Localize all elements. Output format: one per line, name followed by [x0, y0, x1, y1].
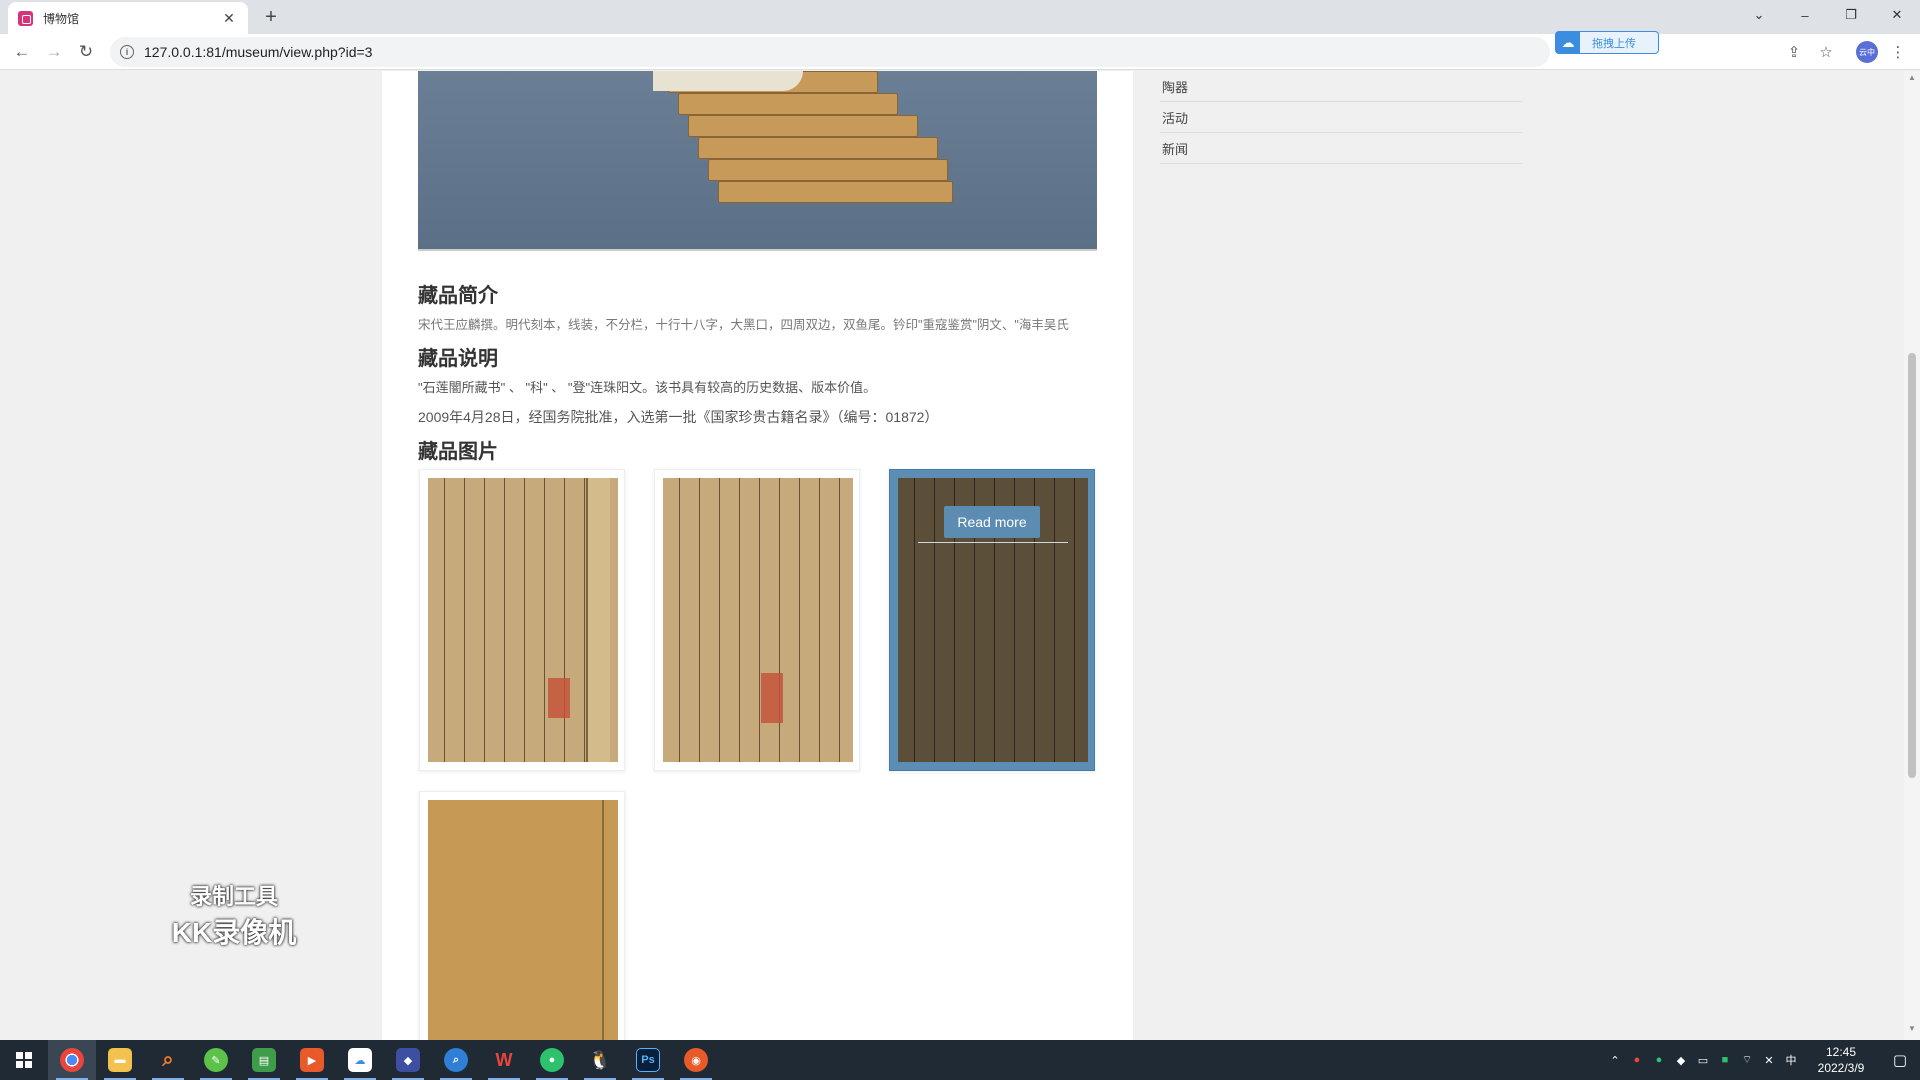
cloud-icon: ☁ — [1556, 32, 1580, 53]
network-icon[interactable]: ⌔ — [1736, 1040, 1758, 1080]
wechat-icon: ● — [540, 1048, 564, 1072]
upload-button[interactable]: ☁ 拖拽上传 — [1555, 31, 1659, 54]
recorder-icon: ◉ — [684, 1048, 708, 1072]
penguin-icon: 🐧 — [588, 1049, 612, 1070]
scroll-thumb[interactable] — [1908, 353, 1916, 778]
upload-label: 拖拽上传 — [1592, 37, 1636, 50]
system-tray: ⌃ ● ● ◆ ▭ ■ ⌔ ✕ 中 12:45 2022/3/9 ▢ — [1604, 1040, 1920, 1080]
recorder-watermark: 录制工具 KK录像机 — [160, 879, 308, 951]
intro-text: 宋代王应麟撰。明代刻本，线装，不分栏，十行十八字，大黑口，四周双边，双鱼尾。钤印… — [418, 318, 1069, 332]
gallery-thumbnail[interactable] — [419, 791, 625, 1040]
share-icon[interactable]: ⇪ — [1782, 40, 1806, 64]
recorder-taskbar-button[interactable]: ◉ — [672, 1040, 720, 1080]
tab-title: 博物馆 — [43, 11, 80, 26]
qq-taskbar-button[interactable]: 🐧 — [576, 1040, 624, 1080]
wechat-tray-icon[interactable]: ● — [1648, 1040, 1670, 1080]
search-tool-icon: ⌕ — [444, 1048, 468, 1072]
file-explorer-taskbar-button[interactable]: ▬ — [96, 1040, 144, 1080]
bookmark-star-icon[interactable]: ☆ — [1814, 40, 1838, 64]
windows-taskbar: ▬ ⌕ ✎ ▤ ▶ ☁ ◆ ⌕ W ● 🐧 Ps ◉ ⌃ ● ● ◆ ▭ ■ ⌔ — [0, 1040, 1920, 1080]
security-tray-icon[interactable]: ● — [1626, 1040, 1648, 1080]
wps-taskbar-button[interactable]: W — [480, 1040, 528, 1080]
qq-tray-icon[interactable]: ◆ — [1670, 1040, 1692, 1080]
ime-indicator[interactable]: 中 — [1780, 1040, 1802, 1080]
new-tab-button[interactable]: + — [258, 4, 284, 30]
tray-overflow-icon[interactable]: ⌃ — [1604, 1040, 1626, 1080]
ide-icon: ◆ — [396, 1048, 420, 1072]
search-tool-taskbar-button[interactable]: ⌕ — [432, 1040, 480, 1080]
restore-button[interactable]: ❐ — [1828, 0, 1874, 30]
close-window-button[interactable]: ✕ — [1874, 0, 1920, 30]
menu-kebab-icon[interactable]: ⋮ — [1886, 40, 1910, 64]
url-text: 127.0.0.1:81/museum/view.php?id=3 — [144, 44, 373, 60]
scroll-up-icon[interactable]: ▲ — [1904, 73, 1920, 87]
media-player-taskbar-button[interactable]: ▶ — [288, 1040, 336, 1080]
wps-icon: W — [495, 1049, 513, 1070]
clock-date: 2022/3/9 — [1817, 1061, 1865, 1075]
browser-tab[interactable]: 博物馆 ✕ — [8, 2, 248, 34]
photoshop-icon: Ps — [636, 1048, 660, 1072]
intro-title: 藏品简介 — [418, 285, 498, 307]
reload-button[interactable]: ↻ — [74, 40, 98, 64]
site-favicon-icon — [18, 10, 33, 26]
forward-button[interactable]: → — [42, 40, 66, 64]
chrome-taskbar-button[interactable] — [48, 1040, 96, 1080]
play-icon: ▶ — [300, 1048, 324, 1072]
cloud-drive-taskbar-button[interactable]: ☁ — [336, 1040, 384, 1080]
gallery-thumbnail-hovered[interactable]: Read more — [889, 469, 1095, 771]
artifact-hero-image — [418, 71, 1097, 251]
page-scrollbar[interactable]: ▲ ▼ — [1904, 71, 1920, 1040]
search-app-taskbar-button[interactable]: ⌕ — [144, 1040, 192, 1080]
category-item-ceramics[interactable]: 陶器 — [1160, 71, 1522, 102]
book-stack-illustration — [648, 71, 953, 221]
paper-sheet — [653, 71, 803, 91]
chrome-icon — [60, 1048, 84, 1072]
start-button[interactable] — [0, 1040, 48, 1080]
gallery-thumbnail[interactable] — [654, 469, 860, 771]
taskbar-clock[interactable]: 12:45 2022/3/9 — [1802, 1044, 1880, 1076]
window-controls: ⌄ – ❐ ✕ — [1736, 0, 1920, 30]
gallery-thumbnail[interactable] — [419, 469, 625, 771]
wechat-taskbar-button[interactable]: ● — [528, 1040, 576, 1080]
notification-icon[interactable]: ▢ — [1880, 1040, 1920, 1080]
volume-muted-icon[interactable]: ✕ — [1758, 1040, 1780, 1080]
editor-taskbar-button[interactable]: ▤ — [240, 1040, 288, 1080]
watermark-line-1: 录制工具 — [189, 884, 278, 909]
battery-tray-icon[interactable]: ▭ — [1692, 1040, 1714, 1080]
ide-taskbar-button[interactable]: ◆ — [384, 1040, 432, 1080]
windows-logo-icon — [16, 1052, 32, 1068]
notepad-icon: ▤ — [252, 1048, 276, 1072]
category-item-events[interactable]: 活动 — [1160, 102, 1522, 133]
close-tab-icon[interactable]: ✕ — [220, 10, 238, 27]
watermark-line-2: KK录像机 — [171, 917, 297, 948]
photoshop-taskbar-button[interactable]: Ps — [624, 1040, 672, 1080]
category-list: 陶器 活动 新闻 — [1160, 71, 1522, 164]
profile-avatar[interactable]: 云中 — [1856, 41, 1878, 63]
leaf-icon: ✎ — [204, 1048, 228, 1072]
page-viewport: 藏品简介 宋代王应麟撰。明代刻本，线装，不分栏，十行十八字，大黑口，四周双边，双… — [0, 71, 1920, 1040]
green-app-taskbar-button[interactable]: ✎ — [192, 1040, 240, 1080]
site-info-icon[interactable]: i — [120, 45, 134, 59]
back-button[interactable]: ← — [10, 40, 34, 64]
address-bar[interactable]: i 127.0.0.1:81/museum/view.php?id=3 — [110, 37, 1550, 67]
browser-tab-bar: 博物馆 ✕ + ⌄ – ❐ ✕ — [0, 0, 1920, 34]
magnifier-icon: ⌕ — [162, 1048, 174, 1071]
folder-icon: ▬ — [108, 1048, 132, 1072]
scroll-down-icon[interactable]: ▼ — [1904, 1024, 1920, 1038]
description-line-1: "石莲闇所藏书" 、 "科" 、 "登"连珠阳文。该书具有较高的历史数据、版本价… — [418, 380, 877, 395]
clock-time: 12:45 — [1825, 1045, 1857, 1059]
tab-search-icon[interactable]: ⌄ — [1736, 0, 1782, 30]
read-more-button[interactable]: Read more — [944, 506, 1040, 538]
minimize-button[interactable]: – — [1782, 0, 1828, 30]
description-line-2: 2009年4月28日，经国务院批准，入选第一批《国家珍贵古籍名录》（编号：018… — [418, 409, 939, 425]
app-tray-icon[interactable]: ■ — [1714, 1040, 1736, 1080]
images-title: 藏品图片 — [418, 441, 498, 463]
category-item-news[interactable]: 新闻 — [1160, 133, 1522, 164]
description-title: 藏品说明 — [418, 348, 498, 370]
cloud-drive-icon: ☁ — [348, 1048, 372, 1072]
